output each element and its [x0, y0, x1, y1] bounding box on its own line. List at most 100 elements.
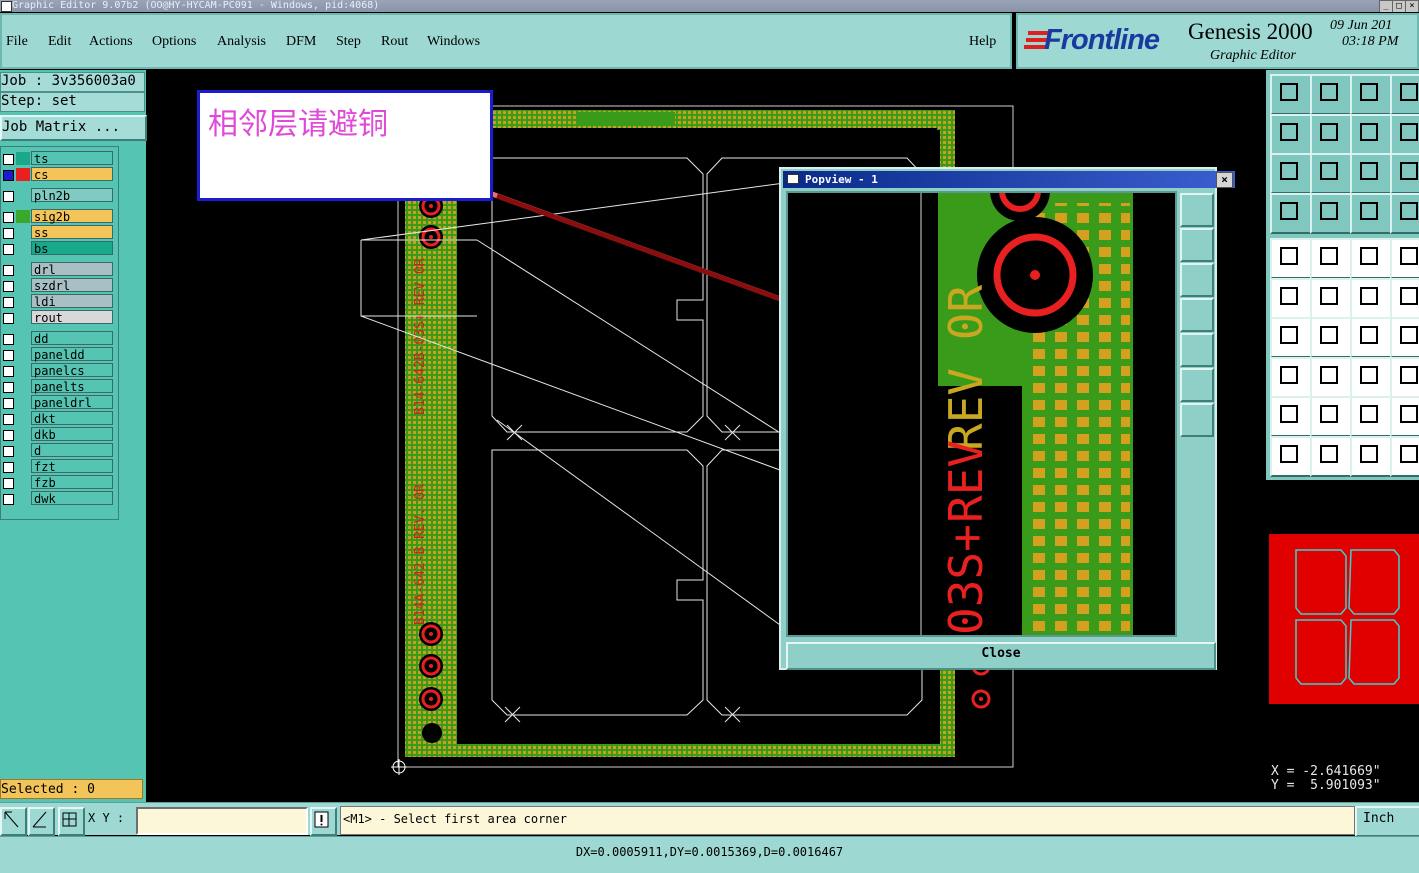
layer-checkbox[interactable] [3, 398, 14, 409]
layer-color-swatch[interactable] [16, 492, 30, 505]
popview-zoom-in-button[interactable] [1180, 368, 1214, 402]
popview-pan-down-button[interactable] [1180, 263, 1214, 297]
layer-checkbox[interactable] [3, 446, 14, 457]
grid-button[interactable] [58, 807, 85, 836]
center-tool-icon[interactable] [1310, 153, 1352, 194]
xy-input[interactable] [136, 807, 308, 835]
layer-checkbox[interactable] [3, 366, 14, 377]
layer-checkbox[interactable] [3, 154, 14, 165]
layer-checkbox[interactable] [3, 297, 14, 308]
panel-tool-icon[interactable] [1390, 356, 1419, 398]
layers-2-tool-icon[interactable] [1390, 192, 1419, 234]
menu-windows[interactable]: Windows [427, 34, 480, 50]
flip-tool-icon[interactable] [1390, 317, 1419, 358]
popview-pan-left-button[interactable] [1180, 298, 1214, 332]
layer-checkbox[interactable] [3, 265, 14, 276]
grid-tool-icon[interactable] [1310, 192, 1352, 234]
layer-row-pln2b[interactable]: pln2b [1, 188, 117, 203]
snap-button[interactable] [0, 807, 27, 836]
layer-checkbox[interactable] [3, 281, 14, 292]
overview-map[interactable] [1266, 480, 1419, 762]
layer-checkbox[interactable] [3, 350, 14, 361]
open-tool-icon[interactable] [1270, 74, 1312, 115]
fit-tool-icon[interactable] [1270, 153, 1312, 194]
triangle-2-tool-icon[interactable] [1310, 396, 1352, 437]
units-selector[interactable]: Inch [1355, 806, 1419, 837]
layer-row-dkb[interactable]: dkb [1, 427, 117, 442]
arrow-line-tool-icon[interactable] [1350, 277, 1392, 319]
layer-row-panelts[interactable]: panelts [1, 379, 117, 394]
menu-step[interactable]: Step [336, 34, 361, 50]
maximize-button[interactable]: □ [1392, 0, 1406, 12]
close-window-button[interactable]: × [1405, 0, 1419, 12]
layer-row-d[interactable]: d [1, 443, 117, 458]
layer-color-swatch[interactable] [16, 332, 30, 345]
slope-right-tool-icon[interactable] [1310, 317, 1352, 358]
triangle-4-tool-icon[interactable] [1390, 396, 1419, 437]
triangle-3-tool-icon[interactable] [1350, 396, 1392, 437]
menu-analysis[interactable]: Analysis [217, 34, 266, 50]
home-tool-icon[interactable] [1350, 74, 1392, 115]
menu-edit[interactable]: Edit [48, 34, 71, 50]
layer-row-dwk[interactable]: dwk [1, 491, 117, 506]
layer-row-ldi[interactable]: ldi [1, 294, 117, 309]
layer-color-swatch[interactable] [16, 444, 30, 457]
draw-line-tool-icon[interactable] [1310, 238, 1352, 279]
layer-color-swatch[interactable] [16, 396, 30, 409]
layer-row-fzb[interactable]: fzb [1, 475, 117, 490]
layer-checkbox[interactable] [3, 170, 14, 181]
layer-color-swatch[interactable] [16, 476, 30, 489]
layer-row-paneldd[interactable]: paneldd [1, 347, 117, 362]
layer-row-paneldrl[interactable]: paneldrl [1, 395, 117, 410]
pointer-4-tool-icon[interactable] [1390, 435, 1419, 477]
layer-checkbox[interactable] [3, 313, 14, 324]
popview-close-button[interactable]: Close [786, 642, 1216, 670]
scale-tool-icon[interactable] [1350, 153, 1392, 194]
feature-pair-tool-icon[interactable] [1270, 356, 1312, 398]
layer-checkbox[interactable] [3, 334, 14, 345]
cross-tool-icon[interactable] [1310, 277, 1352, 319]
layer-color-swatch[interactable] [16, 210, 30, 223]
menu-help[interactable]: Help [969, 34, 996, 50]
select-pad-tool-icon[interactable] [1270, 238, 1312, 279]
layer-checkbox[interactable] [3, 494, 14, 505]
pan-right-tool-icon[interactable] [1310, 113, 1352, 155]
layer-row-dkt[interactable]: dkt [1, 411, 117, 426]
minimize-button[interactable]: _ [1379, 0, 1393, 12]
layer-checkbox[interactable] [3, 462, 14, 473]
settings-tool-icon[interactable] [1270, 192, 1312, 234]
layer-color-swatch[interactable] [16, 311, 30, 324]
menu-options[interactable]: Options [152, 34, 196, 50]
layer-checkbox[interactable] [3, 430, 14, 441]
layers-tool-icon[interactable] [1350, 192, 1392, 234]
pan-left-tool-icon[interactable] [1270, 113, 1312, 155]
layer-color-swatch[interactable] [16, 168, 30, 181]
layer-row-ss[interactable]: ss [1, 225, 117, 240]
measure-tool-icon[interactable] [1350, 356, 1392, 398]
popview-zoom-fit-button[interactable] [1180, 193, 1214, 227]
menu-dfm[interactable]: DFM [286, 34, 316, 50]
layer-row-rout[interactable]: rout [1, 310, 117, 325]
help-tool-icon[interactable] [1390, 153, 1419, 194]
layer-checkbox[interactable] [3, 478, 14, 489]
layer-checkbox[interactable] [3, 244, 14, 255]
layer-checkbox[interactable] [3, 228, 14, 239]
layer-color-swatch[interactable] [16, 152, 30, 165]
ruler-tool-icon[interactable] [1350, 238, 1392, 279]
menu-file[interactable]: File [6, 34, 28, 50]
popview-close-icon[interactable]: × [1216, 172, 1233, 188]
layer-color-swatch[interactable] [16, 380, 30, 393]
menu-rout[interactable]: Rout [381, 34, 408, 50]
layer-checkbox[interactable] [3, 212, 14, 223]
layer-row-ts[interactable]: ts [1, 151, 117, 166]
layer-row-sig2b[interactable]: sig2b [1, 209, 117, 224]
layer-color-swatch[interactable] [16, 295, 30, 308]
layer-checkbox[interactable] [3, 414, 14, 425]
layer-color-swatch[interactable] [16, 428, 30, 441]
layer-color-swatch[interactable] [16, 242, 30, 255]
dot-tool-icon[interactable] [1390, 238, 1419, 279]
layer-color-swatch[interactable] [16, 364, 30, 377]
layer-row-bs[interactable]: bs [1, 241, 117, 256]
layer-color-swatch[interactable] [16, 460, 30, 473]
zoom-home-tool-icon[interactable] [1390, 74, 1419, 115]
